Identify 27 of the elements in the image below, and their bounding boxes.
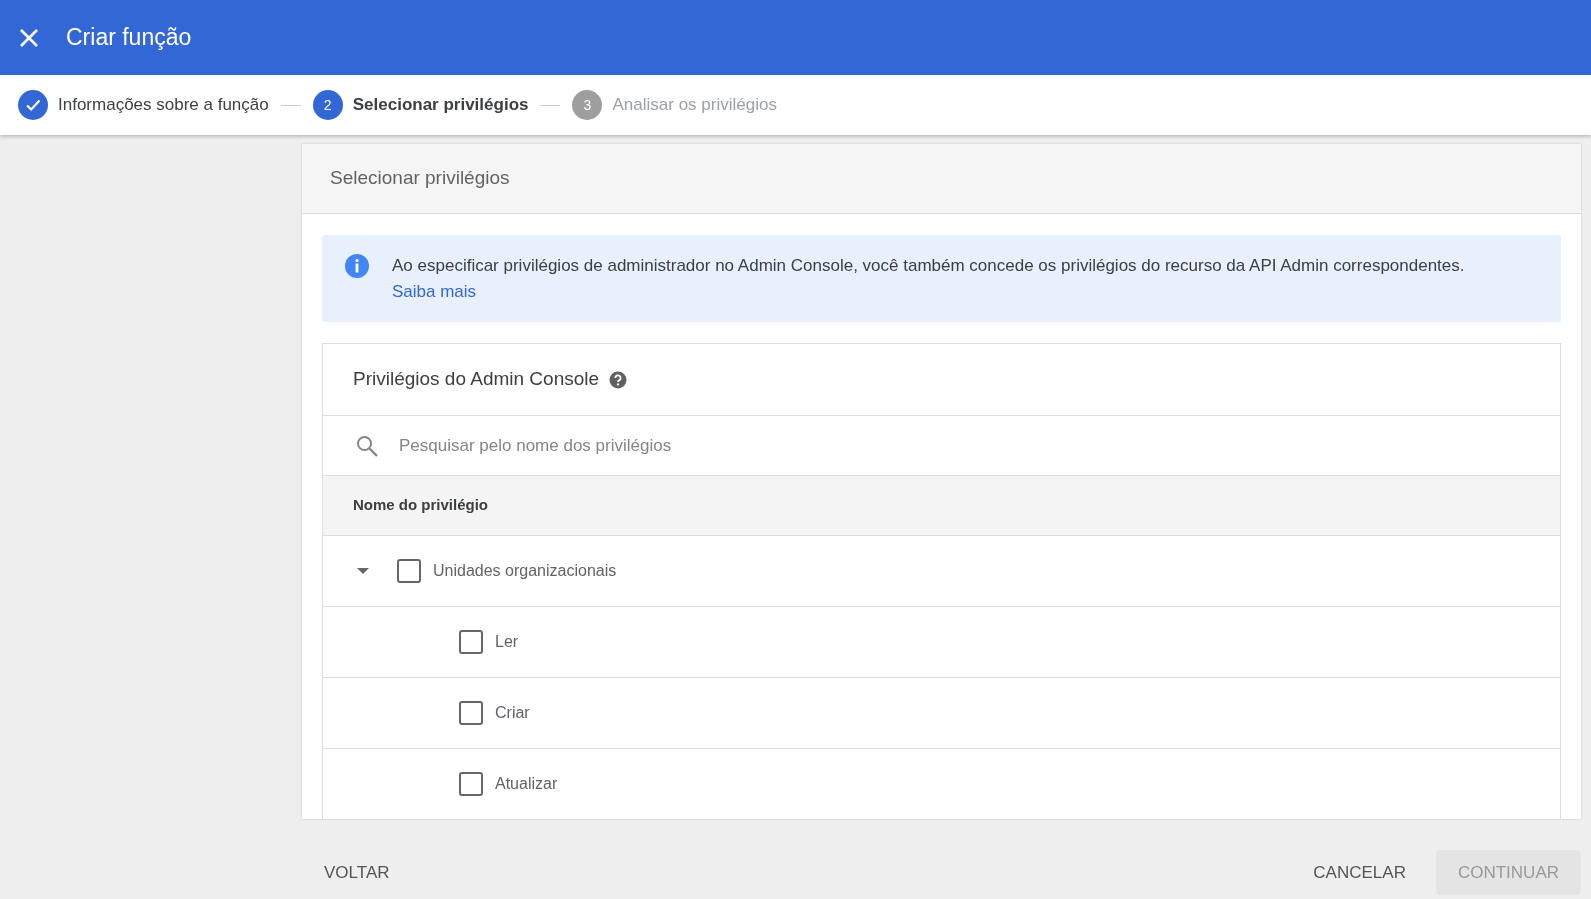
- step-label: Informações sobre a função: [58, 94, 269, 117]
- privilege-label: Atualizar: [495, 774, 558, 794]
- checkbox[interactable]: [459, 701, 483, 725]
- column-header: Nome do privilégio: [323, 476, 1560, 536]
- checkbox[interactable]: [459, 772, 483, 796]
- checkbox[interactable]: [459, 630, 483, 654]
- step-label: Selecionar privilégios: [352, 94, 529, 117]
- info-icon: [344, 253, 370, 279]
- learn-more-link[interactable]: Saiba mais: [392, 281, 477, 301]
- help-icon[interactable]: [609, 370, 628, 389]
- info-text: Ao especificar privilégios de administrador no Admin Console, você também concede os privilégios do recurso da API Admin correspondentes.: [392, 256, 1465, 275]
- caret-icon[interactable]: [357, 568, 369, 574]
- privilege-label: Unidades organizacionais: [433, 561, 617, 581]
- privilege-label: Ler: [495, 632, 519, 652]
- page-title: Criar função: [66, 23, 192, 52]
- check-icon: [18, 90, 48, 120]
- panel-title: Selecionar privilégios: [302, 144, 1581, 214]
- cancel-button[interactable]: CANCELAR: [1291, 849, 1428, 895]
- privilege-label: Criar: [495, 703, 530, 723]
- step-number: 3: [572, 90, 603, 120]
- search-icon: [355, 433, 379, 458]
- close-icon[interactable]: [20, 28, 38, 47]
- step-number: 2: [312, 90, 343, 120]
- checkbox[interactable]: [397, 559, 421, 583]
- back-button[interactable]: VOLTAR: [302, 849, 412, 895]
- card-title: Privilégios do Admin Console: [353, 367, 600, 392]
- step-label: Analisar os privilégios: [612, 94, 777, 117]
